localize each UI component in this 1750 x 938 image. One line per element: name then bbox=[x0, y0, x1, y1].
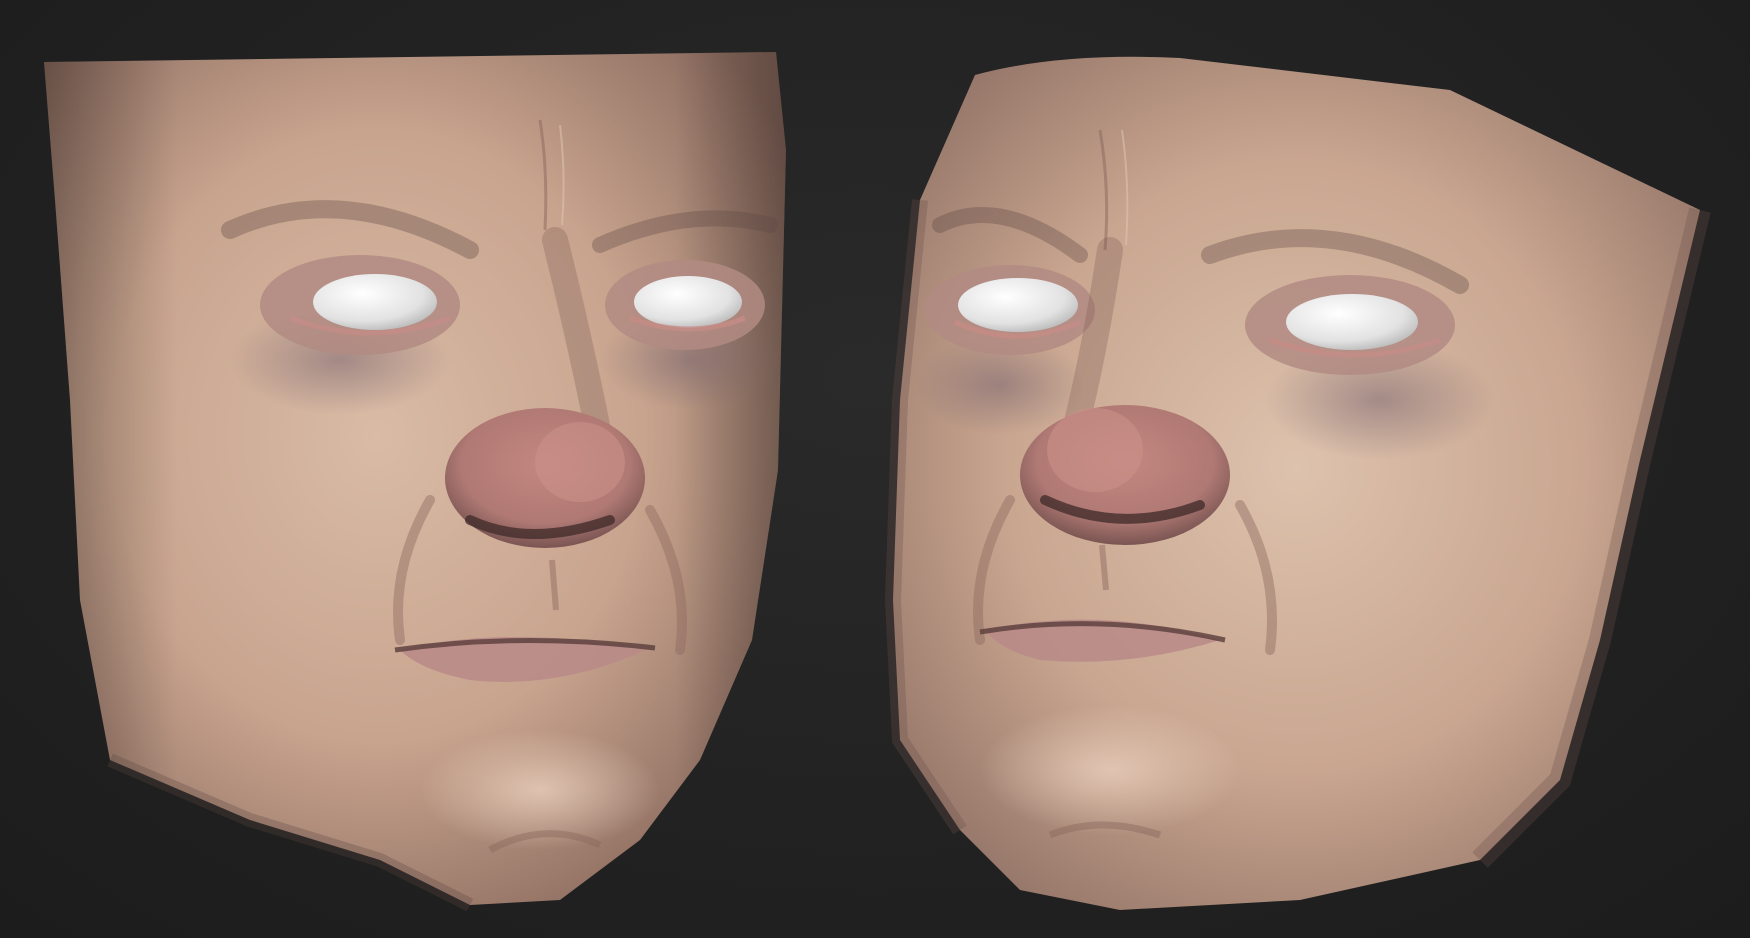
render-canvas bbox=[44, 52, 1711, 912]
left-face-eyeball-2 bbox=[634, 276, 742, 328]
face-model-left bbox=[44, 52, 786, 912]
render-viewport bbox=[0, 0, 1750, 938]
face-model-right bbox=[884, 56, 1711, 911]
right-face-eyeball-2 bbox=[1286, 294, 1418, 350]
right-face-eyeball-1 bbox=[958, 278, 1078, 332]
left-face-eyeball-1 bbox=[313, 274, 437, 330]
